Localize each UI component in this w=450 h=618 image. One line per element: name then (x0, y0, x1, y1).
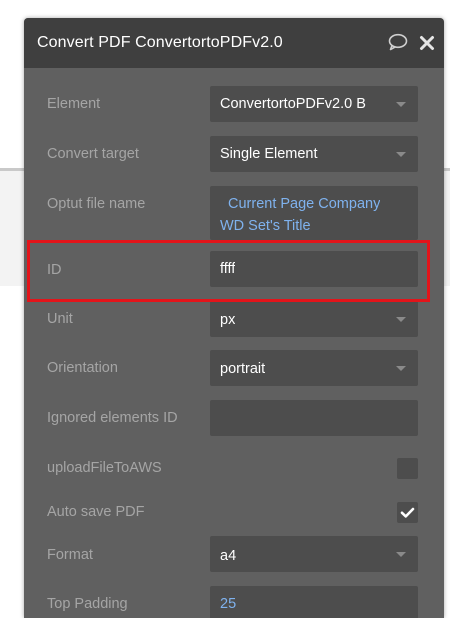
panel-header: Convert PDF ConvertortoPDFv2.0 (24, 18, 444, 68)
element-dropdown[interactable]: ConvertortoPDFv2.0 B (210, 86, 418, 122)
element-label: Element (47, 96, 101, 112)
panel-title: Convert PDF ConvertortoPDFv2.0 (37, 34, 283, 51)
format-dropdown[interactable]: a4 (210, 536, 418, 572)
id-input[interactable]: ffff (210, 251, 418, 287)
convert-target-dropdown[interactable]: Single Element (210, 136, 418, 172)
unit-label: Unit (47, 311, 73, 327)
top-padding-input[interactable]: 25 (210, 586, 418, 618)
output-file-name-input[interactable]: Current Page Company WD Set's Title (210, 186, 418, 240)
ignored-elements-id-label: Ignored elements ID (47, 410, 178, 426)
format-label: Format (47, 547, 93, 563)
auto-save-pdf-checkbox[interactable] (397, 502, 418, 523)
comment-icon[interactable] (388, 33, 408, 56)
output-file-name-dynamic-1[interactable]: Current Page Company (228, 196, 380, 212)
output-file-name-dynamic-2[interactable]: WD Set's Title (220, 218, 311, 234)
convert-target-value: Single Element (220, 146, 318, 162)
upload-file-to-aws-checkbox[interactable] (397, 458, 418, 479)
output-file-name-label: Optut file name (47, 196, 146, 212)
close-icon[interactable] (419, 35, 435, 56)
chevron-down-icon (396, 317, 406, 322)
unit-value: px (220, 312, 236, 328)
element-value: ConvertortoPDFv2.0 B (220, 96, 366, 112)
orientation-dropdown[interactable]: portrait (210, 350, 418, 386)
id-label: ID (47, 262, 62, 278)
property-editor-panel: Convert PDF ConvertortoPDFv2.0 Element C… (24, 18, 444, 618)
ignored-elements-id-input[interactable] (210, 400, 418, 436)
chevron-down-icon (396, 102, 406, 107)
top-padding-value: 25 (220, 596, 237, 612)
checkmark-icon (400, 507, 415, 518)
format-value: a4 (220, 548, 237, 564)
auto-save-pdf-label: Auto save PDF (47, 504, 145, 520)
unit-dropdown[interactable]: px (210, 301, 418, 337)
id-value: ffff (220, 261, 236, 277)
chevron-down-icon (396, 366, 406, 371)
orientation-label: Orientation (47, 360, 118, 376)
chevron-down-icon (396, 152, 406, 157)
upload-file-to-aws-label: uploadFileToAWS (47, 460, 162, 476)
orientation-value: portrait (220, 361, 266, 377)
convert-target-label: Convert target (47, 146, 139, 162)
chevron-down-icon (396, 552, 406, 557)
top-padding-label: Top Padding (47, 596, 128, 612)
